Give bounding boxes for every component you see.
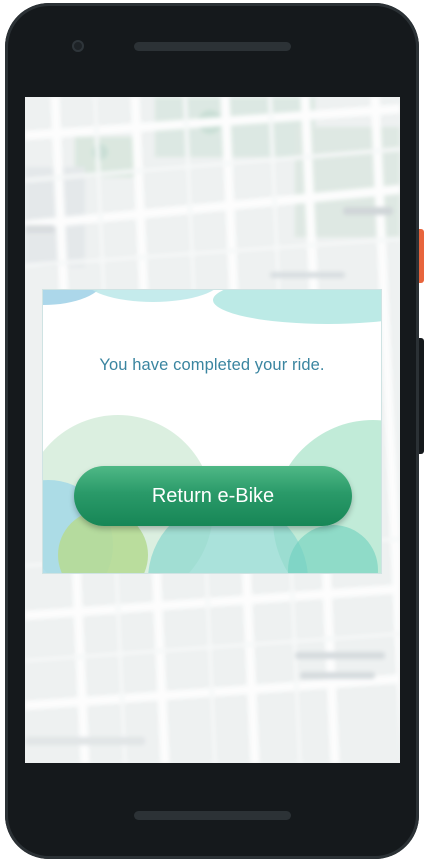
- earpiece-speaker: [134, 42, 291, 51]
- ride-complete-message: You have completed your ride.: [99, 356, 325, 374]
- return-ebike-button[interactable]: Return e-Bike: [74, 466, 352, 526]
- decorative-bubbles: [43, 290, 381, 573]
- ride-complete-dialog: You have completed your ride. Return e-B…: [42, 289, 382, 574]
- front-camera-icon: [72, 40, 84, 52]
- volume-button: [419, 338, 424, 454]
- bottom-speaker: [134, 811, 291, 820]
- power-button: [419, 229, 424, 283]
